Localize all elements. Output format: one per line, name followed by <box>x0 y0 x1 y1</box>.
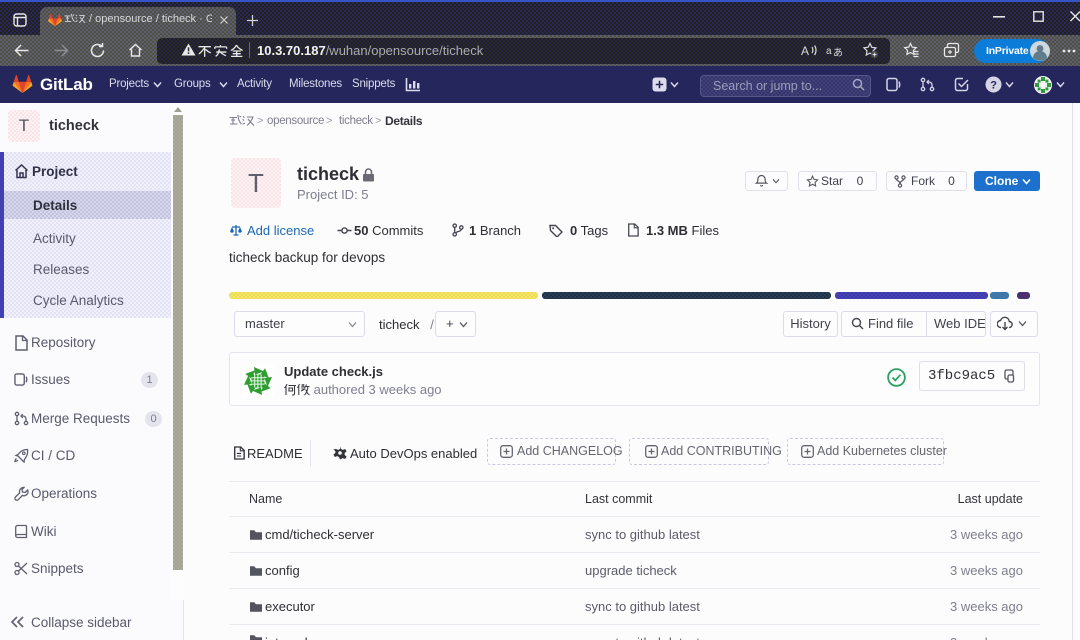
svg-text:a: a <box>826 46 832 57</box>
svg-text:A: A <box>801 44 809 58</box>
svg-text:?: ? <box>990 80 997 92</box>
svg-text:あ: あ <box>833 47 842 58</box>
